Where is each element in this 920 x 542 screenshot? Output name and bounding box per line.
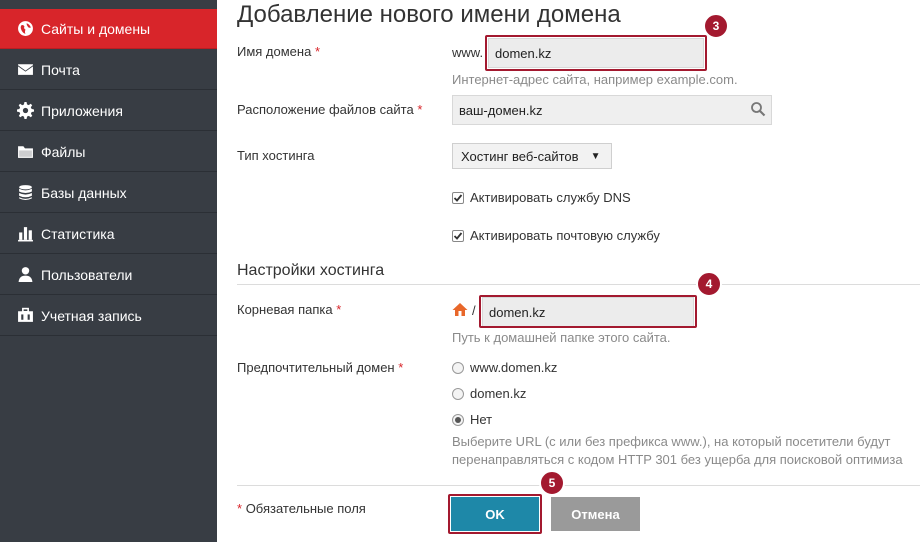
preferred-domain-hint-line2: перенаправляться с кодом HTTP 301 без ущ…: [452, 452, 903, 467]
radio-www-domain-label: www.domen.kz: [470, 360, 558, 375]
domain-hint: Интернет-адрес сайта, например example.c…: [452, 72, 738, 87]
required-mark: *: [314, 44, 321, 59]
preferred-domain-label: Предпочтительный домен *: [237, 360, 404, 375]
user-icon: [16, 266, 34, 284]
hosting-type-select[interactable]: Хостинг веб-сайтов ▼: [452, 143, 612, 169]
domain-name-label: Имя домена *: [237, 44, 321, 59]
required-mark: *: [336, 302, 342, 317]
gear-icon: [16, 102, 34, 120]
hosting-type-value: Хостинг веб-сайтов: [461, 148, 579, 164]
footer-divider: [237, 485, 920, 486]
domain-name-input[interactable]: [488, 38, 704, 68]
sidebar-item-sites-domains[interactable]: Сайты и домены: [0, 9, 217, 49]
step-badge-5: 5: [539, 470, 565, 496]
search-icon[interactable]: [750, 101, 766, 122]
sidebar-item-statistics[interactable]: Статистика: [0, 214, 217, 254]
preferred-domain-hint-line1: Выберите URL (с или без префикса www.), …: [452, 434, 891, 449]
hosting-type-label: Тип хостинга: [237, 148, 315, 163]
hosting-settings-heading: Настройки хостинга: [237, 262, 920, 285]
sidebar-item-databases[interactable]: Базы данных: [0, 173, 217, 213]
sidebar-item-label: Статистика: [41, 225, 115, 242]
chevron-down-icon: ▼: [590, 150, 601, 162]
radio-domain[interactable]: [452, 388, 464, 400]
dns-checkbox-label: Активировать службу DNS: [470, 190, 631, 205]
main-content: Добавление нового имени домена Имя домен…: [217, 0, 920, 542]
sidebar-item-label: Сайты и домены: [41, 20, 151, 37]
globe-icon: [16, 20, 34, 38]
sidebar-item-label: Базы данных: [41, 184, 127, 201]
radio-none-label: Нет: [470, 412, 493, 427]
radio-domain-label: domen.kz: [470, 386, 527, 401]
sidebar: Сайты и домены Почта Приложения Файлы Ба…: [0, 0, 217, 542]
step-badge-3: 3: [703, 13, 729, 39]
ok-button[interactable]: OK: [451, 497, 539, 531]
bar-chart-icon: [16, 225, 34, 243]
envelope-icon: [16, 61, 34, 79]
root-folder-hint: Путь к домашней папке этого сайта.: [452, 330, 671, 345]
mail-checkbox-label: Активировать почтовую службу: [470, 228, 660, 243]
required-mark: *: [237, 501, 243, 516]
sidebar-item-label: Почта: [41, 61, 80, 78]
sidebar-item-label: Файлы: [41, 143, 86, 160]
sidebar-item-label: Учетная запись: [41, 307, 142, 324]
page-title: Добавление нового имени домена: [237, 1, 621, 28]
required-mark: *: [417, 102, 423, 117]
radio-none[interactable]: [452, 414, 464, 426]
sidebar-item-mail[interactable]: Почта: [0, 50, 217, 90]
www-prefix: www.: [452, 45, 484, 60]
database-icon: [16, 184, 34, 202]
root-folder-label: Корневая папка *: [237, 302, 342, 317]
path-separator: /: [472, 303, 476, 318]
radio-www-domain[interactable]: [452, 362, 464, 374]
briefcase-icon: [16, 307, 34, 325]
home-icon: [452, 302, 468, 322]
root-folder-input[interactable]: [482, 297, 694, 327]
sidebar-item-applications[interactable]: Приложения: [0, 91, 217, 131]
sidebar-item-files[interactable]: Файлы: [0, 132, 217, 172]
sidebar-item-users[interactable]: Пользователи: [0, 255, 217, 295]
folder-icon: [16, 143, 34, 161]
required-mark: *: [398, 360, 404, 375]
sidebar-item-label: Пользователи: [41, 266, 133, 283]
step-badge-4: 4: [696, 271, 722, 297]
sidebar-item-label: Приложения: [41, 102, 123, 119]
cancel-button[interactable]: Отмена: [551, 497, 640, 531]
sidebar-item-account[interactable]: Учетная запись: [0, 296, 217, 336]
file-location-input[interactable]: [452, 95, 772, 125]
mail-checkbox[interactable]: [452, 230, 464, 242]
required-fields-note: * Обязательные поля: [237, 501, 366, 516]
dns-checkbox[interactable]: [452, 192, 464, 204]
file-location-label: Расположение файлов сайта *: [237, 102, 423, 117]
